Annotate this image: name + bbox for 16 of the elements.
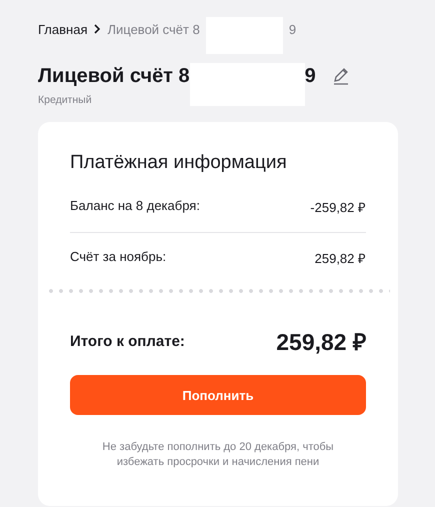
row-value: -259,82 ₽: [310, 199, 366, 216]
row-value: 259,82 ₽: [314, 250, 366, 267]
breadcrumb-current: Лицевой счёт 8: [107, 22, 200, 36]
edit-icon[interactable]: [332, 67, 350, 85]
row-label: Баланс на 8 декабря:: [70, 198, 200, 215]
row-label: Счёт за ноябрь:: [70, 249, 166, 266]
total-label: Итого к оплате:: [70, 332, 185, 350]
breadcrumb-link[interactable]: Главная: [38, 22, 88, 36]
card-heading: Платёжная информация: [70, 152, 288, 174]
reminder-note: Не забудьте пополнить до 20 декабря, чтобы избежать просрочки и начисления пени: [101, 440, 335, 470]
breadcrumb-current-end: 9: [288, 22, 296, 36]
chevron-right-icon: [93, 24, 102, 34]
page-title-end: 9: [304, 64, 316, 88]
page-title: Лицевой счёт 8: [38, 64, 190, 88]
total-amount: 259,82 ₽: [276, 328, 366, 357]
account-type: Кредитный: [38, 94, 93, 106]
